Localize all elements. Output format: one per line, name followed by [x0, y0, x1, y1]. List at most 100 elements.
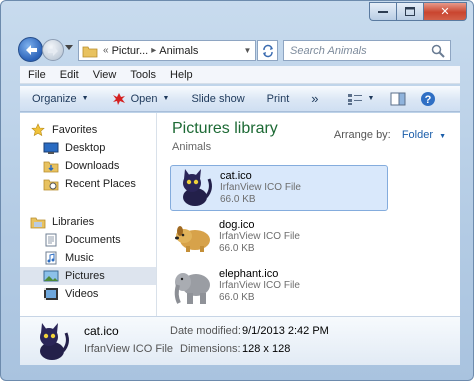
minimize-icon: [378, 10, 388, 13]
minimize-button[interactable]: [369, 2, 396, 21]
more-commands-button[interactable]: »: [311, 91, 318, 106]
file-item-elephant[interactable]: elephant.ico IrfanView ICO File 66.0 KB: [170, 263, 388, 309]
navigation-pane: Favorites Desktop Downloads Recent Place…: [20, 113, 157, 316]
forward-arrow-icon: [48, 46, 58, 56]
menu-file[interactable]: File: [28, 69, 46, 81]
open-label: Open: [130, 92, 158, 105]
arrange-by-label: Arrange by:: [333, 129, 391, 141]
breadcrumb-animals[interactable]: Animals: [159, 45, 198, 57]
file-type: IrfanView ICO File: [219, 231, 300, 242]
maximize-button[interactable]: [396, 2, 423, 21]
recent-pages-dropdown-icon[interactable]: [65, 45, 73, 51]
sidebar-item-documents[interactable]: Documents: [20, 231, 156, 249]
back-arrow-icon: [26, 45, 37, 55]
forward-button[interactable]: [42, 39, 64, 61]
dimensions-value: 128 x 128: [242, 343, 291, 355]
file-type: IrfanView ICO File: [219, 280, 300, 291]
date-modified-value: 9/1/2013 2:42 PM: [242, 325, 329, 337]
file-meta: elephant.ico IrfanView ICO File 66.0 KB: [219, 268, 300, 304]
preview-pane-icon: [390, 92, 406, 105]
file-size: 66.0 KB: [219, 292, 255, 303]
command-bar: Organize ▼ Open ▼ Slide show Print » ▼ ?: [20, 86, 460, 112]
sidebar-item-videos[interactable]: Videos: [20, 285, 156, 303]
sidebar-item-label: Pictures: [65, 270, 105, 282]
file-item-cat[interactable]: cat.ico IrfanView ICO File 66.0 KB: [170, 165, 388, 211]
change-view-button[interactable]: ▼: [347, 92, 375, 106]
refresh-button[interactable]: [257, 40, 278, 61]
sidebar-favorites-header[interactable]: Favorites: [30, 121, 166, 139]
chevron-down-icon: ▼: [439, 133, 446, 140]
file-name: cat.ico: [220, 170, 252, 182]
address-dropdown-icon[interactable]: ▼: [240, 46, 255, 55]
chevron-down-icon: ▼: [81, 95, 89, 102]
sidebar-item-label: Recent Places: [65, 178, 136, 190]
sidebar-libraries-label: Libraries: [52, 216, 95, 228]
sidebar-item-label: Music: [65, 252, 94, 264]
open-button[interactable]: Open ▼: [111, 91, 169, 107]
menu-edit[interactable]: Edit: [60, 69, 79, 81]
search-placeholder: Search Animals: [290, 44, 367, 57]
folder-icon: [82, 46, 98, 57]
chevron-down-icon: ▼: [367, 95, 375, 102]
recent-places-icon: [43, 177, 59, 191]
sidebar-item-desktop[interactable]: Desktop: [20, 139, 156, 157]
menu-bar: File Edit View Tools Help: [20, 66, 460, 84]
sidebar-item-pictures[interactable]: Pictures: [20, 267, 156, 285]
organize-button[interactable]: Organize ▼: [32, 93, 89, 105]
file-meta: cat.ico IrfanView ICO File 66.0 KB: [220, 170, 301, 206]
arrange-by: Arrange by: Folder ▼: [334, 129, 446, 141]
close-icon: ✕: [440, 6, 450, 18]
refresh-icon: [262, 44, 273, 57]
details-file-name: cat.ico: [84, 324, 119, 338]
irfanview-icon: [112, 92, 125, 105]
details-pane: cat.ico IrfanView ICO File Date modified…: [20, 316, 460, 365]
date-modified-label: Date modified:: [170, 325, 241, 337]
downloads-icon: [43, 159, 59, 173]
address-bar[interactable]: « Pictur... ▸ Animals ▼: [78, 40, 256, 61]
file-size: 66.0 KB: [219, 243, 255, 254]
maximize-icon: [405, 7, 415, 16]
help-icon: ?: [421, 91, 436, 106]
menu-tools[interactable]: Tools: [130, 69, 156, 81]
menu-view[interactable]: View: [93, 69, 117, 81]
sidebar-item-downloads[interactable]: Downloads: [20, 157, 156, 175]
breadcrumb-overflow[interactable]: «: [103, 45, 109, 56]
preview-pane-button[interactable]: [390, 92, 406, 106]
sidebar-item-music[interactable]: Music: [20, 249, 156, 267]
view-options-icon: [347, 93, 362, 105]
organize-label: Organize: [32, 92, 77, 105]
back-button[interactable]: [18, 37, 43, 62]
breadcrumb-separator-icon[interactable]: ▸: [151, 45, 156, 56]
desktop-icon: [43, 141, 59, 155]
file-name: dog.ico: [219, 219, 255, 231]
breadcrumb-pictures[interactable]: Pictur...: [112, 45, 149, 57]
details-file-type: IrfanView ICO File: [84, 343, 174, 355]
arrange-by-dropdown[interactable]: Folder ▼: [402, 129, 446, 141]
navigation-row: « Pictur... ▸ Animals ▼ Search Animals: [1, 35, 473, 65]
search-icon: [431, 44, 445, 58]
slideshow-button[interactable]: Slide show: [191, 93, 244, 105]
videos-icon: [43, 287, 59, 301]
cat-icon: [40, 323, 69, 360]
file-meta: dog.ico IrfanView ICO File 66.0 KB: [219, 219, 300, 255]
menu-help[interactable]: Help: [170, 69, 193, 81]
content-area: Favorites Desktop Downloads Recent Place…: [20, 113, 460, 316]
sidebar-item-label: Videos: [65, 288, 99, 300]
sidebar-item-label: Desktop: [65, 142, 106, 154]
help-button[interactable]: ?: [420, 91, 436, 107]
print-button[interactable]: Print: [267, 93, 290, 105]
search-input[interactable]: Search Animals: [283, 40, 451, 61]
file-size: 66.0 KB: [220, 194, 256, 205]
pictures-icon: [43, 269, 59, 283]
sidebar-libraries-header[interactable]: Libraries: [30, 213, 166, 231]
file-type: IrfanView ICO File: [220, 182, 301, 193]
sidebar-item-label: Downloads: [65, 160, 120, 172]
music-icon: [43, 251, 59, 265]
print-label: Print: [266, 92, 290, 105]
dog-icon: [175, 226, 210, 252]
sidebar-item-recent-places[interactable]: Recent Places: [20, 175, 156, 193]
explorer-window: ✕ « Pictur... ▸ Animals ▼ Search Animals…: [0, 0, 474, 381]
close-button[interactable]: ✕: [423, 2, 467, 21]
libraries-icon: [30, 215, 46, 229]
file-item-dog[interactable]: dog.ico IrfanView ICO File 66.0 KB: [170, 214, 388, 260]
